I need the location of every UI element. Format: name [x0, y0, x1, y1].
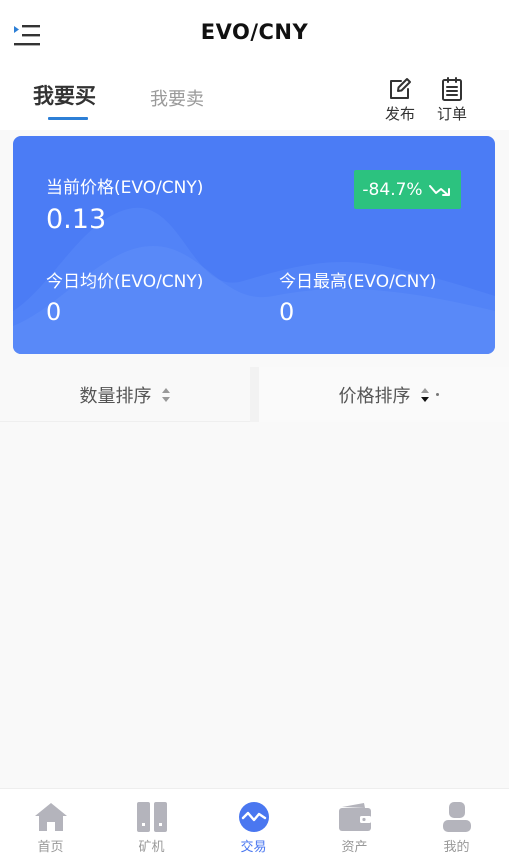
nav-profile[interactable]: 我的: [406, 789, 507, 862]
sort-by-quantity[interactable]: 数量排序: [0, 367, 250, 422]
bottom-nav: 首页 矿机 交易 资产 我的: [0, 788, 509, 862]
decorative-dot: [436, 393, 439, 396]
price-wave-decoration: [13, 207, 495, 354]
user-icon: [442, 802, 471, 832]
price-card: 当前价格(EVO/CNY) 0.13 -84.7% 今日均价(EVO/CNY) …: [13, 136, 495, 354]
tab-buy[interactable]: 我要买: [33, 80, 96, 110]
price-change-value: -84.7%: [362, 179, 423, 200]
high-price-label: 今日最高(EVO/CNY): [279, 272, 437, 292]
current-price-value: 0.13: [46, 204, 107, 235]
sort-price-label: 价格排序: [338, 385, 411, 407]
top-bar: EVO/CNY: [0, 0, 509, 68]
orders-button[interactable]: 订单: [432, 76, 472, 124]
page-title: EVO/CNY: [200, 20, 309, 44]
sort-quantity-label: 数量排序: [79, 385, 152, 407]
nav-trade[interactable]: 交易: [203, 789, 304, 862]
price-change-badge: -84.7%: [354, 170, 461, 209]
nav-miner[interactable]: 矿机: [101, 789, 202, 862]
wallet-icon: [338, 803, 371, 831]
order-list: [0, 423, 509, 788]
nav-trade-label: 交易: [240, 840, 267, 855]
tab-active-indicator: [48, 117, 88, 120]
home-icon: [34, 803, 67, 831]
sort-by-price[interactable]: 价格排序: [259, 367, 509, 422]
avg-price-label: 今日均价(EVO/CNY): [46, 272, 204, 292]
sort-divider: [250, 367, 259, 422]
order-list-icon: [442, 77, 462, 101]
nav-profile-label: 我的: [443, 840, 470, 855]
nav-assets-label: 资产: [341, 840, 368, 855]
orders-label: 订单: [436, 105, 467, 123]
nav-assets[interactable]: 资产: [304, 789, 405, 862]
trade-icon: [238, 802, 269, 832]
nav-miner-label: 矿机: [138, 840, 165, 855]
sort-bar: 数量排序 价格排序: [0, 367, 509, 422]
trend-down-icon: [428, 184, 450, 196]
nav-home-label: 首页: [37, 840, 64, 855]
nav-home[interactable]: 首页: [0, 789, 101, 862]
sort-arrows-icon: [420, 387, 429, 402]
publish-button[interactable]: 发布: [380, 76, 420, 124]
edit-icon: [390, 78, 411, 99]
high-price-value: 0: [279, 298, 295, 326]
avg-price-value: 0: [46, 298, 62, 326]
tab-sell[interactable]: 我要卖: [150, 85, 204, 111]
publish-label: 发布: [384, 105, 415, 123]
sort-arrows-icon: [161, 387, 170, 402]
tab-bar: 我要买 我要卖 发布 订单: [0, 68, 509, 130]
current-price-label: 当前价格(EVO/CNY): [46, 178, 204, 198]
miner-icon: [136, 802, 167, 832]
